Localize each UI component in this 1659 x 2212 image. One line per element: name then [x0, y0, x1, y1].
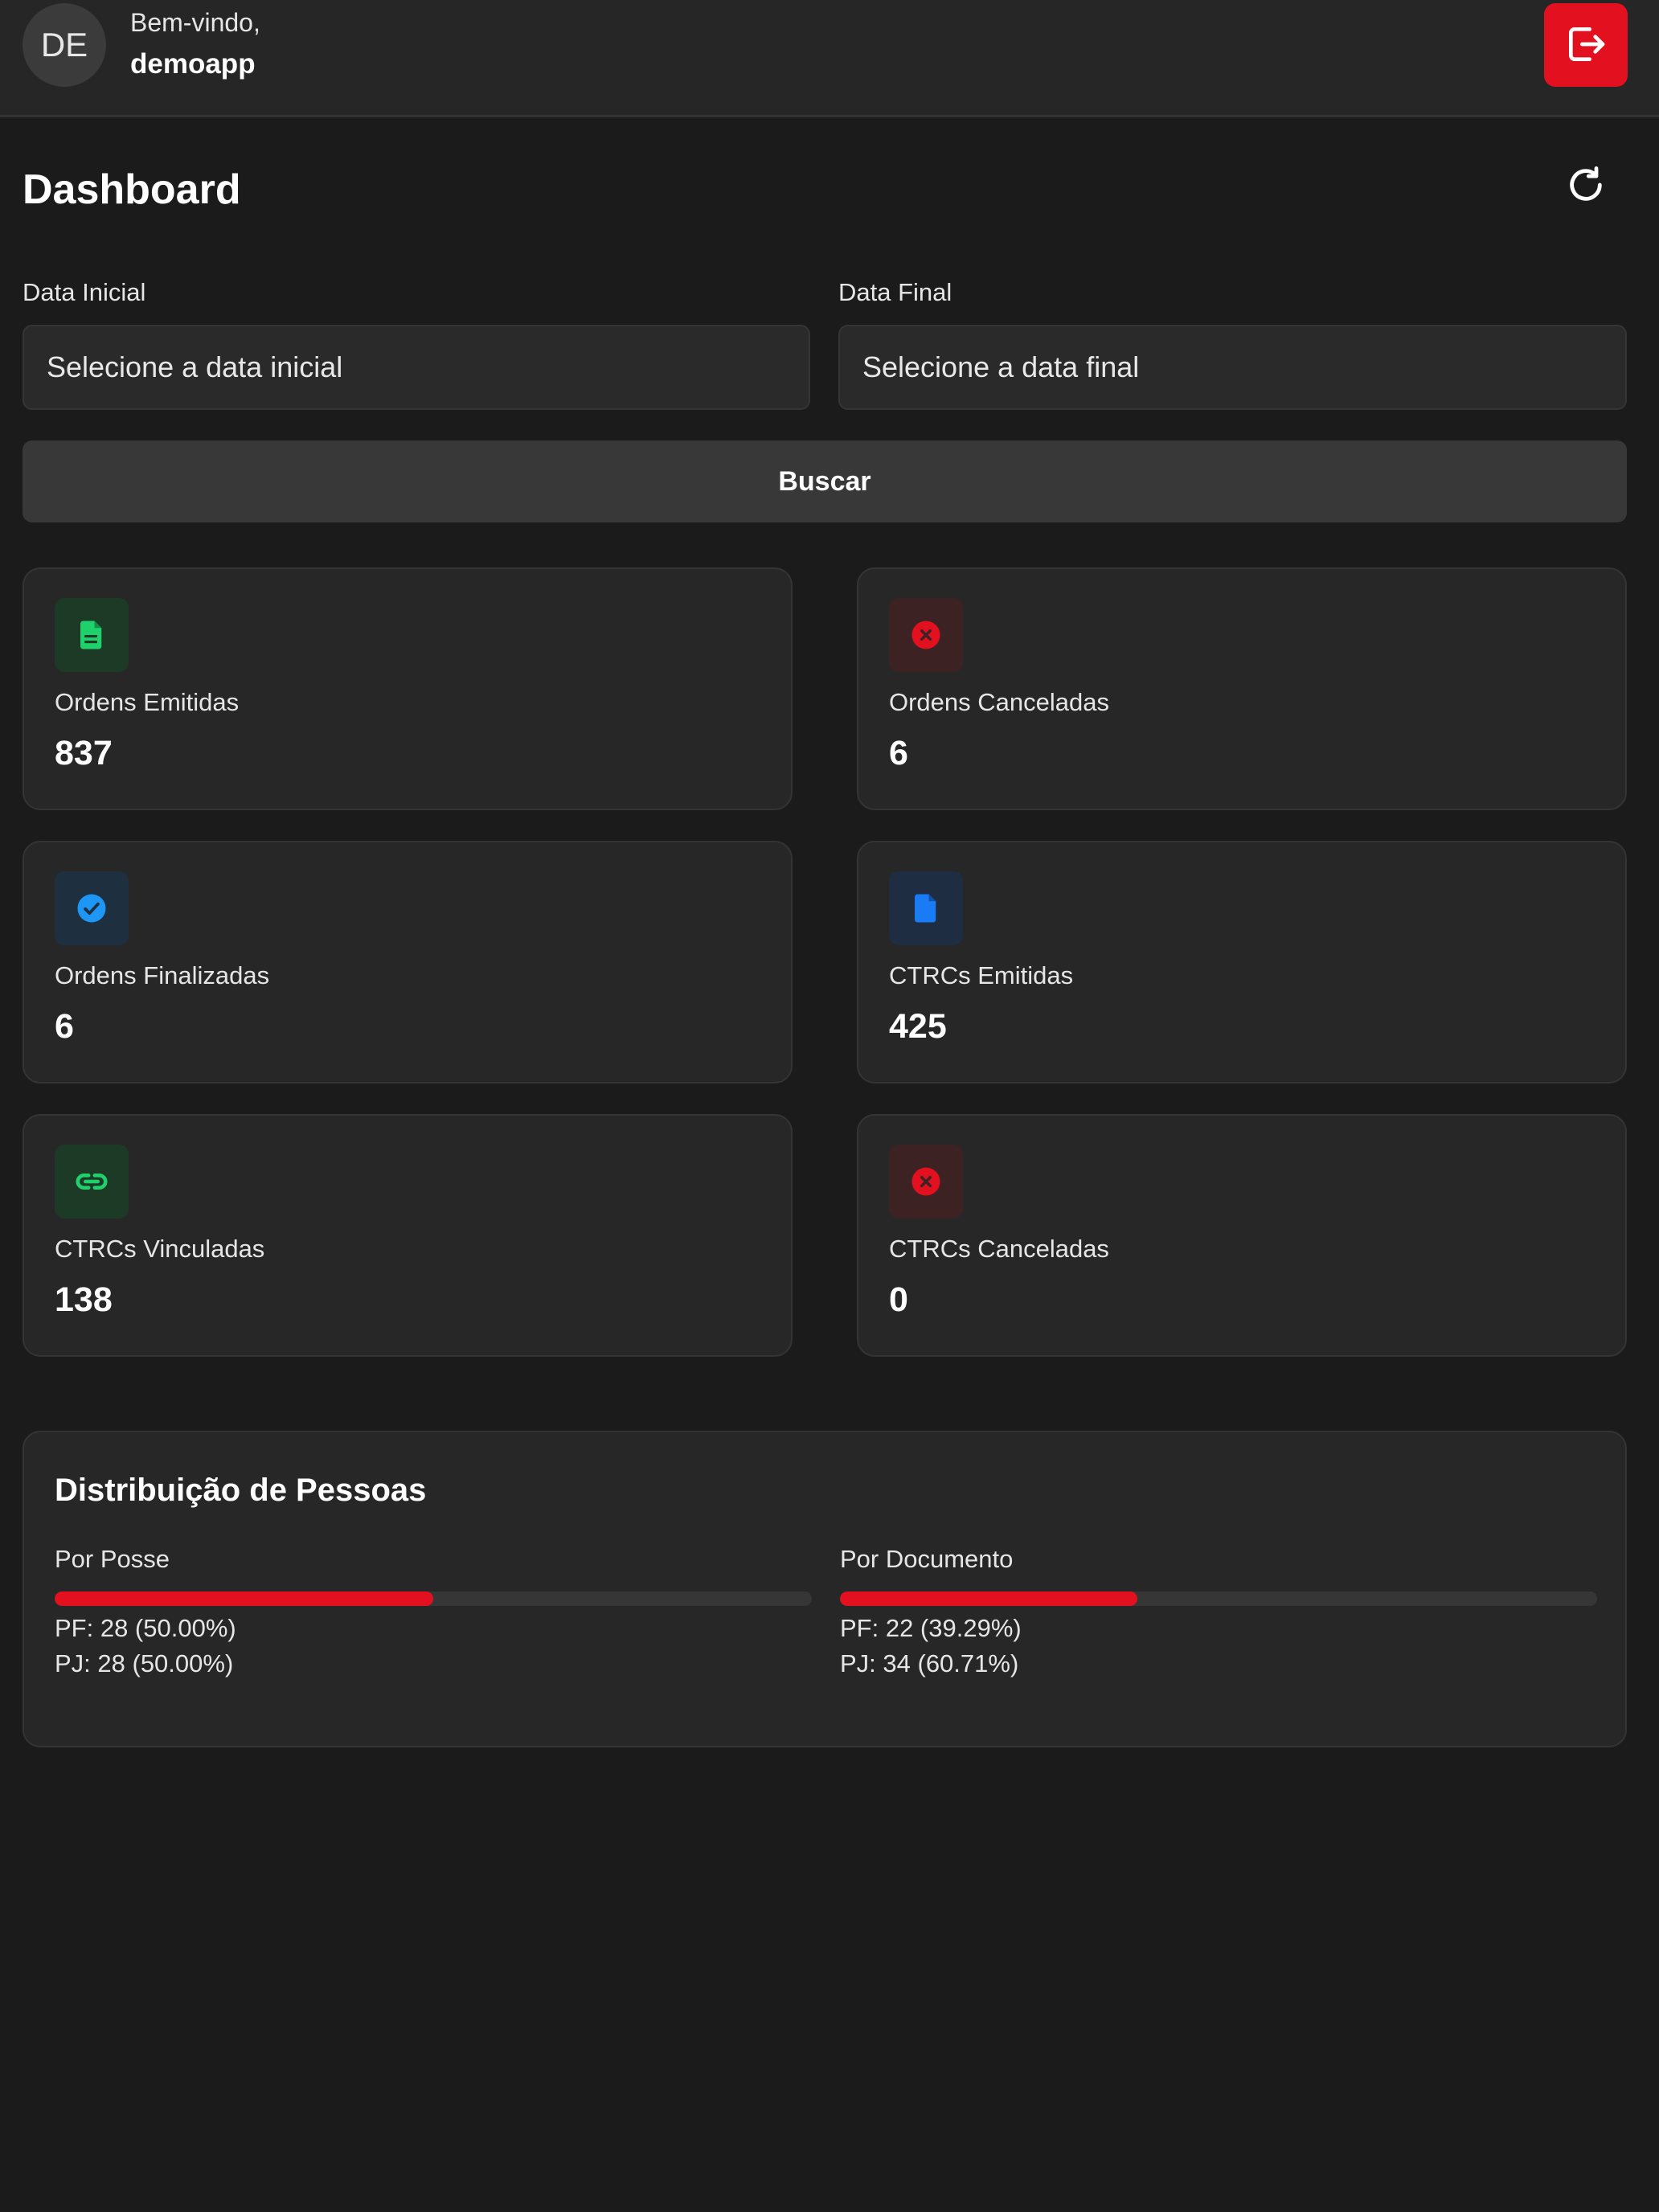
possession-pj-text: PJ: 28 (50.00%)	[55, 1649, 234, 1677]
stat-value: 138	[55, 1280, 113, 1319]
logout-button[interactable]	[1544, 3, 1628, 87]
stat-label: Ordens Finalizadas	[55, 961, 270, 989]
possession-pf-text: PF: 28 (50.00%)	[55, 1614, 236, 1642]
possession-progress-bar	[55, 1591, 812, 1606]
cancel-icon	[889, 598, 963, 672]
distribution-title: Distribuição de Pessoas	[55, 1473, 427, 1508]
start-date-input[interactable]	[23, 325, 810, 410]
search-button[interactable]: Buscar	[23, 440, 1627, 522]
stat-value: 6	[55, 1007, 74, 1046]
stat-label: CTRCs Canceladas	[889, 1235, 1109, 1263]
cancel-icon	[889, 1145, 963, 1219]
file-icon	[889, 871, 963, 945]
refresh-button[interactable]	[1561, 161, 1611, 211]
document-icon	[55, 598, 129, 672]
end-date-label: Data Final	[838, 278, 952, 306]
stat-card-ordens-canceladas: Ordens Canceladas 6	[857, 567, 1627, 810]
end-date-input[interactable]	[838, 325, 1627, 410]
page-title: Dashboard	[23, 166, 241, 213]
avatar[interactable]: DE	[23, 3, 106, 87]
link-icon	[55, 1145, 129, 1219]
stat-value: 425	[889, 1007, 947, 1046]
distribution-by-document: Por Documento PF: 22 (39.29%) PJ: 34 (60…	[840, 1545, 1597, 1678]
distribution-card: Distribuição de Pessoas Por Posse PF: 28…	[23, 1431, 1627, 1747]
start-date-label: Data Inicial	[23, 278, 146, 306]
dashboard-screen: DE Bem-vindo, demoapp Dashboard Data Ini…	[0, 0, 1659, 2212]
possession-label: Por Posse	[55, 1545, 170, 1573]
document-pj-text: PJ: 34 (60.71%)	[840, 1649, 1019, 1677]
stat-card-ordens-finalizadas: Ordens Finalizadas 6	[23, 841, 793, 1083]
document-pf-text: PF: 22 (39.29%)	[840, 1614, 1022, 1642]
stat-card-ordens-emitidas: Ordens Emitidas 837	[23, 567, 793, 810]
distribution-by-possession: Por Posse PF: 28 (50.00%) PJ: 28 (50.00%…	[55, 1545, 812, 1678]
refresh-icon	[1565, 164, 1607, 208]
document-progress-fill	[840, 1591, 1138, 1606]
stat-label: CTRCs Emitidas	[889, 961, 1074, 989]
top-bar: DE Bem-vindo, demoapp	[0, 0, 1659, 117]
stat-card-ctrcs-vinculadas: CTRCs Vinculadas 138	[23, 1114, 793, 1357]
logout-icon	[1563, 22, 1608, 69]
check-circle-icon	[55, 871, 129, 945]
welcome-text: Bem-vindo,	[130, 8, 260, 37]
possession-progress-fill	[55, 1591, 433, 1606]
stat-card-ctrcs-emitidas: CTRCs Emitidas 425	[857, 841, 1627, 1083]
stat-value: 837	[55, 734, 113, 772]
stat-value: 6	[889, 734, 908, 772]
stat-label: Ordens Canceladas	[889, 688, 1109, 716]
stat-label: CTRCs Vinculadas	[55, 1235, 265, 1263]
username: demoapp	[130, 48, 256, 80]
stat-value: 0	[889, 1280, 908, 1319]
document-label: Por Documento	[840, 1545, 1014, 1573]
stat-card-ctrcs-canceladas: CTRCs Canceladas 0	[857, 1114, 1627, 1357]
document-progress-bar	[840, 1591, 1597, 1606]
stat-label: Ordens Emitidas	[55, 688, 240, 716]
